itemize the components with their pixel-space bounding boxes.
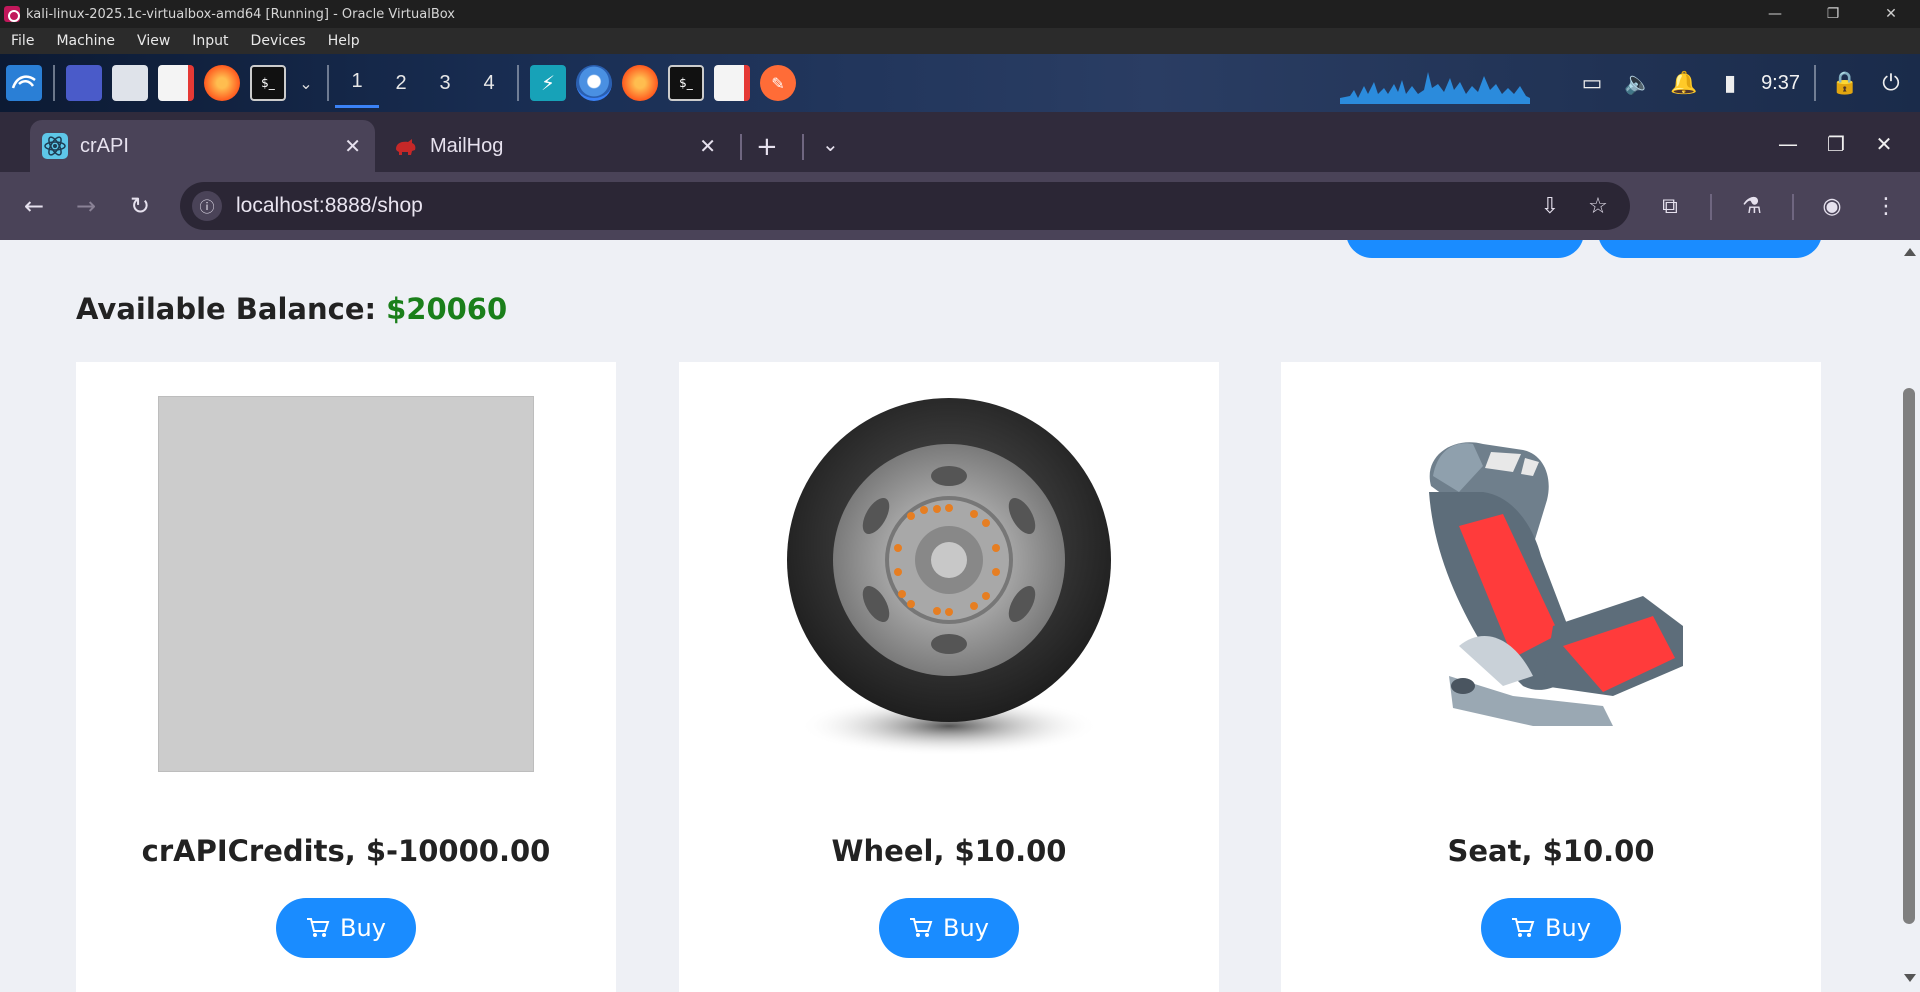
panel-clock[interactable]: 9:37	[1761, 72, 1800, 95]
seat-image	[1429, 442, 1683, 726]
new-tab-button[interactable]: +	[756, 132, 778, 162]
cart-icon	[1512, 918, 1535, 937]
balance-label: Available Balance:	[76, 292, 377, 326]
page-scrollbar[interactable]	[1898, 240, 1920, 992]
available-balance: Available Balance: $20060	[76, 292, 507, 326]
tab-crapi[interactable]: crAPI ✕	[30, 120, 375, 172]
product-card: Wheel, $10.00 Buy	[679, 362, 1219, 992]
logout-icon[interactable]: ⏻	[1873, 65, 1909, 101]
menu-kebab-icon[interactable]: ⋮	[1866, 186, 1906, 226]
extensions-icon[interactable]: ⧉	[1650, 186, 1690, 226]
url-text[interactable]: localhost:8888/shop	[236, 194, 423, 218]
bookmark-star-icon[interactable]: ☆	[1582, 190, 1614, 222]
tab-label: MailHog	[430, 134, 504, 157]
menu-file[interactable]: File	[0, 33, 45, 49]
chevron-down-icon[interactable]: ⌄	[296, 65, 316, 101]
product-title: Seat, $10.00	[1447, 834, 1655, 868]
reload-icon[interactable]: ↻	[120, 186, 160, 226]
restore-icon[interactable]: ❐	[1804, 0, 1862, 28]
network-icon[interactable]: ▭	[1574, 65, 1610, 101]
burp-icon[interactable]: ⚡	[530, 65, 566, 101]
editor-window-icon[interactable]	[714, 65, 750, 101]
battery-icon[interactable]: ▮	[1712, 65, 1748, 101]
browser-restore-icon[interactable]: ❐	[1812, 126, 1860, 162]
menu-view[interactable]: View	[126, 33, 181, 49]
browser-close-icon[interactable]: ✕	[1860, 126, 1908, 162]
terminal-icon[interactable]: $_	[250, 65, 286, 101]
virtualbox-logo-icon	[4, 6, 20, 22]
partially-visible-button[interactable]	[1598, 240, 1822, 258]
close-tab-icon[interactable]: ✕	[699, 134, 716, 159]
buy-label: Buy	[1545, 914, 1591, 942]
text-editor-icon[interactable]	[158, 65, 194, 101]
vbox-menu-bar: File Machine View Input Devices Help	[0, 28, 1920, 54]
partially-visible-button[interactable]	[1346, 240, 1584, 258]
profile-icon[interactable]: ◉	[1812, 186, 1852, 226]
product-card: Seat, $10.00 Buy	[1281, 362, 1821, 992]
firefox-icon[interactable]	[204, 65, 240, 101]
menu-machine[interactable]: Machine	[45, 33, 126, 49]
menu-help[interactable]: Help	[317, 33, 371, 49]
close-tab-icon[interactable]: ✕	[344, 134, 361, 159]
buy-label: Buy	[943, 914, 989, 942]
scrollbar-thumb[interactable]	[1903, 388, 1915, 924]
desktop-icon[interactable]	[66, 65, 102, 101]
mailhog-pig-icon	[396, 139, 416, 155]
kali-menu-icon[interactable]	[6, 65, 42, 101]
terminal-window-icon[interactable]: $_	[668, 65, 704, 101]
site-info-icon[interactable]: ⓘ	[192, 191, 222, 221]
labs-flask-icon[interactable]: ⚗	[1732, 186, 1772, 226]
browser-minimize-icon[interactable]: —	[1764, 126, 1812, 162]
tab-label: crAPI	[80, 134, 129, 157]
product-card: crAPICredits, $-10000.00 Buy	[76, 362, 616, 992]
browser-tab-strip: crAPI ✕ MailHog ✕ + ⌄ — ❐ ✕	[0, 112, 1920, 172]
postman-icon[interactable]: ✎	[760, 65, 796, 101]
workspace-1[interactable]: 1	[335, 58, 379, 108]
file-manager-icon[interactable]	[112, 65, 148, 101]
buy-button[interactable]: Buy	[276, 898, 416, 958]
tab-search-chevron-icon[interactable]: ⌄	[822, 132, 839, 156]
address-bar[interactable]: ⓘ localhost:8888/shop ⇩ ☆	[180, 182, 1630, 230]
cart-icon	[307, 918, 330, 937]
balance-value: $20060	[386, 292, 508, 326]
product-title: Wheel, $10.00	[831, 834, 1067, 868]
wheel-image	[787, 398, 1111, 756]
react-icon	[42, 133, 68, 159]
menu-devices[interactable]: Devices	[240, 33, 317, 49]
kali-top-panel: $_ ⌄ 1 2 3 4 ⚡ $_ ✎ ▭ 🔈 🔔 ▮ 9:37 🔒 ⏻	[0, 54, 1920, 112]
browser-toolbar: ← → ↻ ⓘ localhost:8888/shop ⇩ ☆ ⧉ ⚗ ◉ ⋮	[0, 172, 1920, 240]
cpu-graph	[1340, 72, 1530, 104]
buy-button[interactable]: Buy	[879, 898, 1019, 958]
firefox-window-icon[interactable]	[622, 65, 658, 101]
minimize-icon[interactable]: —	[1746, 0, 1804, 28]
back-arrow-icon[interactable]: ←	[14, 186, 54, 226]
menu-input[interactable]: Input	[181, 33, 239, 49]
close-icon[interactable]: ✕	[1862, 0, 1920, 28]
cart-icon	[910, 918, 933, 937]
buy-label: Buy	[340, 914, 386, 942]
workspace-4[interactable]: 4	[467, 58, 511, 108]
scroll-up-arrow-icon[interactable]	[1904, 248, 1916, 256]
scroll-down-arrow-icon[interactable]	[1904, 974, 1916, 982]
buy-button[interactable]: Buy	[1481, 898, 1621, 958]
workspace-2[interactable]: 2	[379, 58, 423, 108]
lock-icon[interactable]: 🔒	[1827, 65, 1863, 101]
install-app-icon[interactable]: ⇩	[1534, 190, 1566, 222]
volume-icon[interactable]: 🔈	[1620, 65, 1656, 101]
placeholder-image	[158, 396, 534, 772]
vbox-window-title: kali-linux-2025.1c-virtualbox-amd64 [Run…	[26, 6, 455, 22]
notifications-icon[interactable]: 🔔	[1666, 65, 1702, 101]
product-title: crAPICredits, $-10000.00	[141, 834, 551, 868]
chromium-icon[interactable]	[576, 65, 612, 101]
vbox-title-bar: kali-linux-2025.1c-virtualbox-amd64 [Run…	[0, 0, 1920, 28]
workspace-3[interactable]: 3	[423, 58, 467, 108]
forward-arrow-icon[interactable]: →	[66, 186, 106, 226]
shop-page: Available Balance: $20060 crAPICredits, $…	[0, 240, 1920, 992]
tab-mailhog[interactable]: MailHog ✕	[380, 120, 730, 172]
